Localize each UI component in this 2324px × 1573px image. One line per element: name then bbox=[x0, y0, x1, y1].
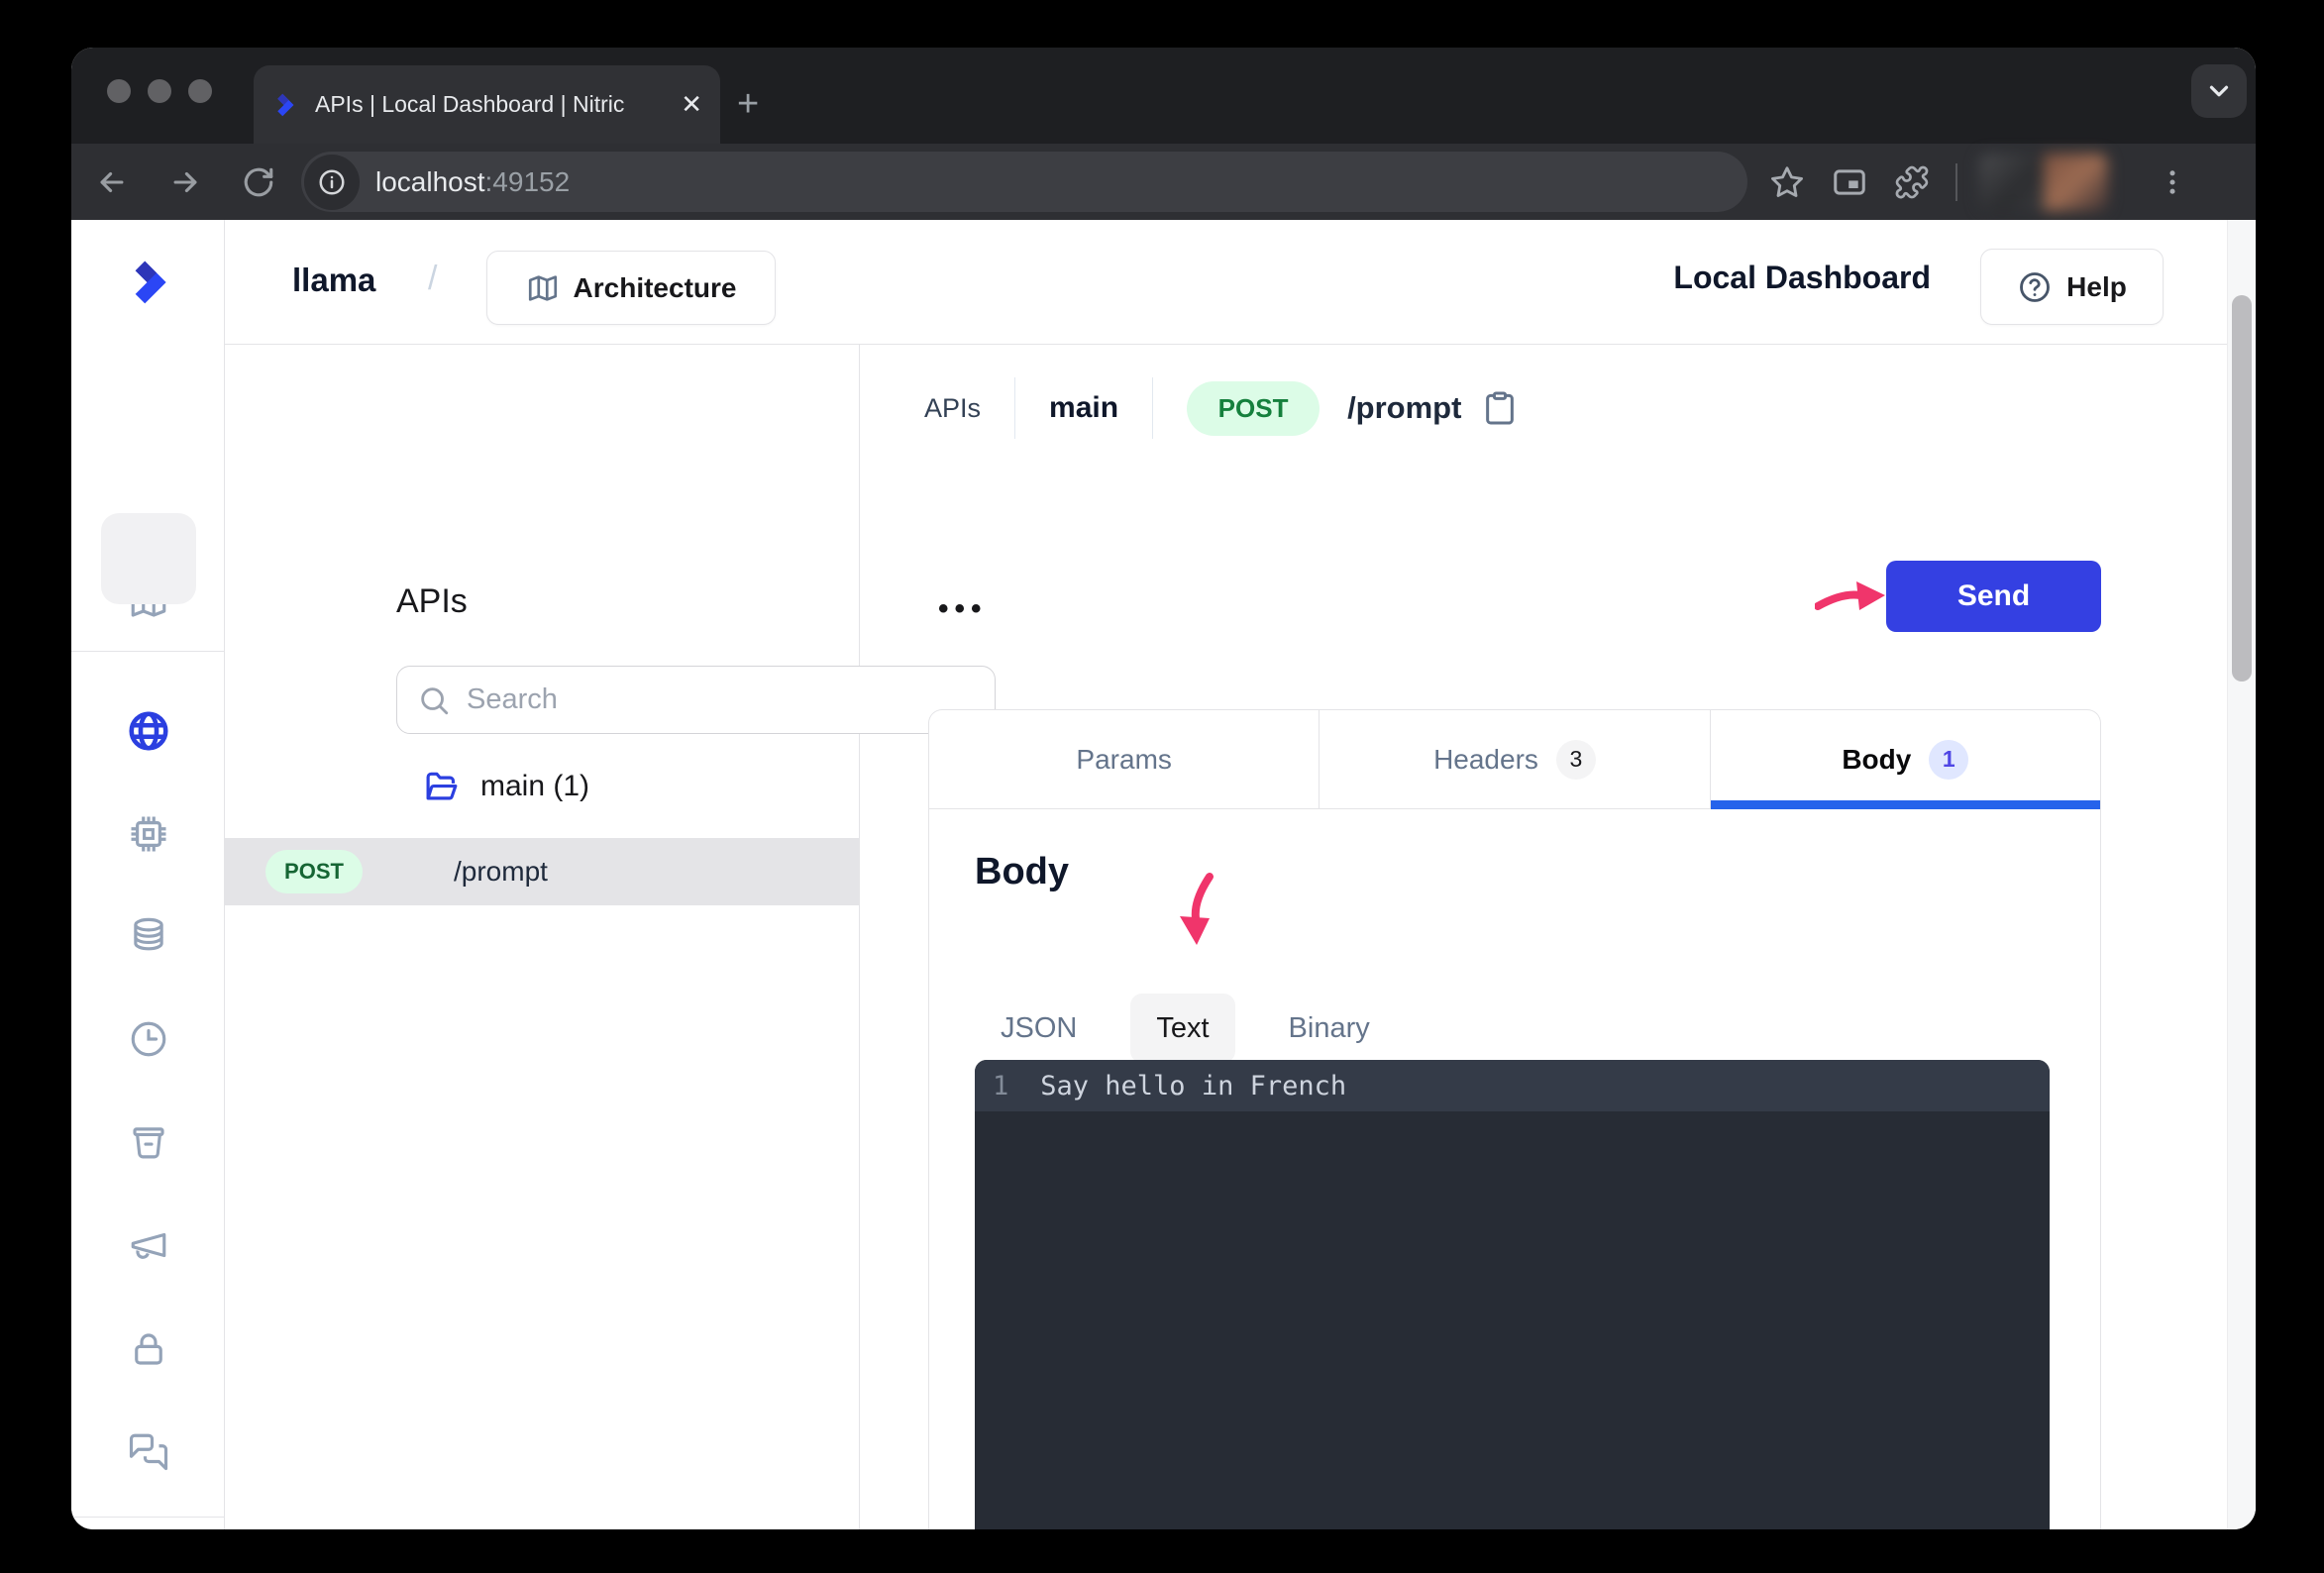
apis-panel-title: APIs bbox=[396, 582, 468, 621]
tab-params[interactable]: Params bbox=[929, 710, 1319, 808]
new-tab-button[interactable]: + bbox=[737, 85, 759, 123]
format-json[interactable]: JSON bbox=[975, 994, 1103, 1063]
sidebar-active-highlight bbox=[101, 513, 196, 604]
sidebar-item-topics[interactable] bbox=[125, 1221, 172, 1269]
apis-panel: APIs ••• main (1) POST /prompt bbox=[225, 345, 860, 1529]
browser-menu-icon[interactable] bbox=[2156, 165, 2189, 199]
bookmark-star-icon[interactable] bbox=[1769, 164, 1805, 200]
help-button-label: Help bbox=[2066, 271, 2127, 303]
method-badge: POST bbox=[265, 850, 363, 893]
extensions-puzzle-icon[interactable] bbox=[1894, 164, 1930, 200]
sidebar-item-chat[interactable] bbox=[125, 1427, 172, 1475]
search-icon bbox=[417, 683, 451, 717]
profile-avatar[interactable] bbox=[1979, 154, 2108, 211]
address-bar[interactable]: localhost:49152 bbox=[301, 152, 1747, 212]
project-name: llama bbox=[292, 262, 375, 299]
sidebar-item-secrets[interactable] bbox=[125, 1325, 172, 1373]
line-number: 1 bbox=[993, 1071, 1008, 1101]
folder-open-icon bbox=[421, 768, 459, 805]
breadcrumb-apis: APIs bbox=[924, 393, 981, 424]
body-section-title: Body bbox=[975, 851, 1069, 893]
database-icon bbox=[128, 915, 169, 957]
sidebar-item-schedules[interactable] bbox=[125, 1015, 172, 1063]
request-path: /prompt bbox=[1347, 390, 1461, 426]
request-tabs: Params Headers 3 Body 1 bbox=[929, 710, 2100, 809]
architecture-button-label: Architecture bbox=[574, 272, 737, 304]
site-info-icon[interactable] bbox=[304, 155, 360, 210]
browser-toolbar: localhost:49152 bbox=[71, 144, 2256, 220]
editor-active-line[interactable]: 1 Say hello in French bbox=[975, 1060, 2050, 1111]
chevron-down-icon bbox=[2204, 76, 2234, 106]
page-title: Local Dashboard bbox=[1587, 260, 1931, 296]
traffic-light-zoom-button[interactable] bbox=[188, 79, 212, 103]
forward-button[interactable] bbox=[168, 165, 202, 199]
breadcrumb-divider bbox=[1014, 377, 1015, 439]
help-button[interactable]: Help bbox=[1980, 249, 2164, 325]
tab-headers[interactable]: Headers 3 bbox=[1319, 710, 1709, 808]
api-group[interactable]: main (1) bbox=[421, 768, 589, 805]
side-panel-icon[interactable] bbox=[1831, 163, 1868, 201]
endpoint-path: /prompt bbox=[454, 856, 548, 888]
api-group-label: main (1) bbox=[480, 770, 589, 803]
browser-window: APIs | Local Dashboard | Nitric ✕ + loca… bbox=[71, 48, 2256, 1529]
annotation-arrow-text bbox=[1172, 873, 1217, 948]
browser-tab[interactable]: APIs | Local Dashboard | Nitric ✕ bbox=[254, 65, 720, 144]
toolbar-divider bbox=[1955, 163, 1957, 201]
chat-icon bbox=[128, 1430, 169, 1472]
request-card: Params Headers 3 Body 1 Body JSON T bbox=[928, 709, 2101, 1529]
sidebar-item-databases[interactable] bbox=[125, 912, 172, 960]
lock-icon bbox=[128, 1328, 169, 1370]
request-breadcrumb: APIs main POST /prompt bbox=[924, 345, 1519, 472]
method-badge: POST bbox=[1187, 381, 1320, 436]
body-count-badge: 1 bbox=[1929, 740, 1968, 780]
megaphone-icon bbox=[128, 1224, 169, 1266]
architecture-button[interactable]: Architecture bbox=[486, 251, 776, 325]
map-icon bbox=[526, 271, 560, 305]
sidebar-item-apis[interactable] bbox=[125, 707, 172, 755]
body-format-tabs: JSON Text Binary bbox=[975, 994, 1396, 1063]
endpoint-list-item-selected[interactable]: POST /prompt bbox=[225, 838, 859, 905]
url-text: localhost:49152 bbox=[375, 166, 570, 198]
format-text[interactable]: Text bbox=[1130, 994, 1234, 1063]
headers-count-badge: 3 bbox=[1556, 740, 1596, 780]
question-circle-icon bbox=[2017, 269, 2053, 305]
tab-body[interactable]: Body 1 bbox=[1710, 710, 2100, 808]
search-input[interactable] bbox=[465, 682, 944, 717]
globe-icon bbox=[126, 708, 171, 754]
copy-path-icon[interactable] bbox=[1481, 389, 1519, 427]
tab-title: APIs | Local Dashboard | Nitric bbox=[315, 91, 673, 118]
tab-close-icon[interactable]: ✕ bbox=[681, 89, 702, 120]
sidebar-divider bbox=[71, 651, 225, 652]
breadcrumb-separator: / bbox=[428, 260, 437, 298]
sidebar-item-storage[interactable] bbox=[125, 1118, 172, 1166]
page-scrollbar-thumb[interactable] bbox=[2232, 295, 2252, 682]
resource-sidebar bbox=[71, 220, 225, 1529]
breadcrumb-api-name: main bbox=[1049, 391, 1118, 425]
tab-search-button[interactable] bbox=[2191, 64, 2247, 118]
body-editor[interactable]: 1 Say hello in French bbox=[975, 1060, 2050, 1529]
format-binary[interactable]: Binary bbox=[1263, 994, 1396, 1063]
back-button[interactable] bbox=[95, 165, 129, 199]
browser-tab-strip: APIs | Local Dashboard | Nitric ✕ + bbox=[71, 48, 2256, 144]
active-tab-underline bbox=[1711, 800, 2100, 809]
panel-menu-button[interactable]: ••• bbox=[938, 592, 988, 626]
sidebar-divider bbox=[71, 1517, 225, 1518]
clock-icon bbox=[128, 1018, 169, 1060]
app-content: llama / Architecture Local Dashboard Hel… bbox=[71, 220, 2256, 1529]
traffic-light-close-button[interactable] bbox=[107, 79, 131, 103]
send-button[interactable]: Send bbox=[1886, 561, 2101, 632]
nitric-logo[interactable] bbox=[125, 256, 178, 309]
editor-content: Say hello in French bbox=[1040, 1071, 1346, 1101]
search-box[interactable] bbox=[396, 666, 996, 734]
breadcrumb-divider bbox=[1152, 377, 1153, 439]
chip-icon bbox=[128, 813, 169, 855]
bucket-icon bbox=[128, 1121, 169, 1163]
annotation-arrow-send bbox=[1815, 575, 1888, 618]
reload-button[interactable] bbox=[242, 165, 275, 199]
traffic-light-minimize-button[interactable] bbox=[148, 79, 171, 103]
sidebar-item-websockets[interactable] bbox=[125, 810, 172, 858]
nitric-favicon-icon bbox=[271, 90, 301, 120]
